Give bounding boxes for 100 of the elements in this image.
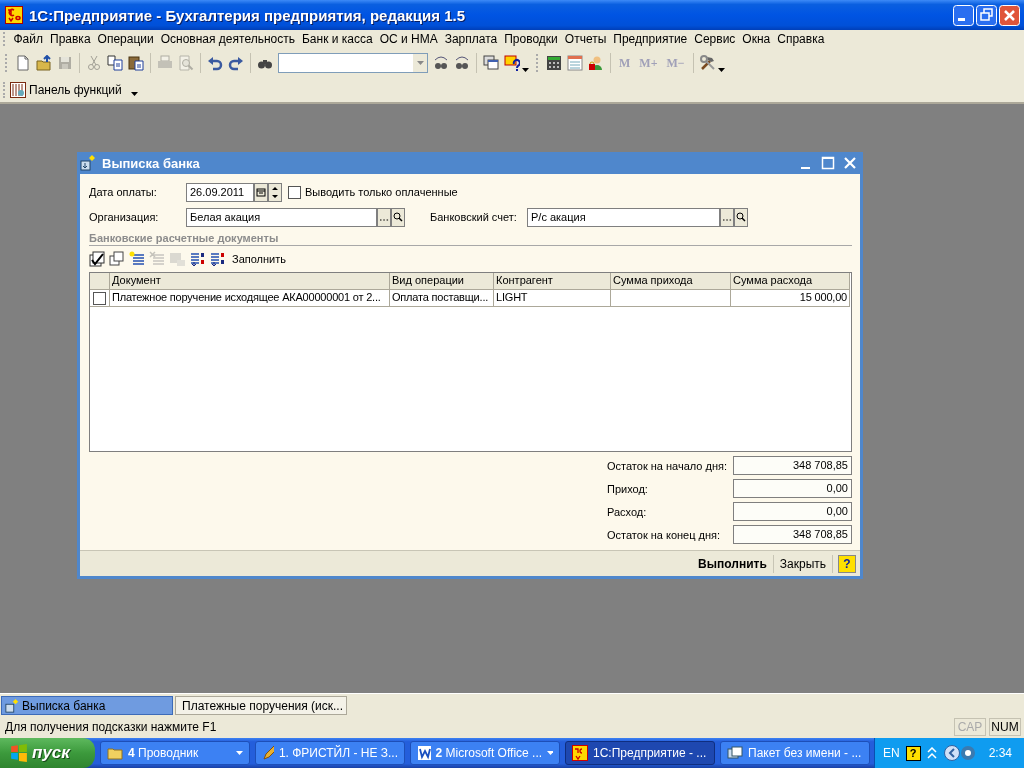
window-tab[interactable]: Выписка банка (1, 696, 173, 715)
minimize-button[interactable] (953, 4, 974, 26)
binoculars-icon[interactable] (433, 55, 449, 71)
menu-item[interactable]: Файл (10, 32, 47, 46)
menu-item[interactable]: Банк и касса (298, 32, 377, 46)
total-field: 0,00 (733, 502, 852, 521)
window-title: Выписка банка (102, 155, 201, 171)
panel-icon (10, 82, 26, 98)
fill-button[interactable]: Заполнить (229, 253, 289, 265)
caret-icon[interactable] (717, 68, 725, 72)
total-label: Остаток на конец дня: (607, 528, 722, 541)
help-tray-icon[interactable]: ? (905, 745, 921, 761)
app-logo-icon (5, 6, 23, 24)
calendar-button[interactable] (254, 182, 268, 202)
menu-item[interactable]: Окна (738, 32, 774, 46)
restore-button[interactable] (976, 4, 997, 26)
binoculars-icon[interactable] (454, 55, 470, 71)
folder-icon[interactable] (36, 55, 52, 71)
table-cell: Платежное поручение исходящее АКА00000001 от 2... (110, 290, 390, 307)
add-row-icon[interactable] (129, 251, 145, 267)
pencil-icon (262, 745, 274, 761)
taskbar-button[interactable]: 1С:Предприятие - ... (565, 741, 715, 765)
search-combo-box[interactable] (278, 53, 428, 73)
menu-item[interactable]: Основная деятельность (157, 32, 299, 46)
close-button[interactable] (843, 156, 857, 170)
menu-item[interactable]: Правка (46, 32, 95, 46)
menu-item[interactable]: Проводки (500, 32, 562, 46)
total-label: Расход: (607, 505, 648, 518)
caret-icon (236, 751, 243, 755)
status-hint: Для получения подсказки нажмите F1 (5, 720, 218, 734)
sort-ascending-icon[interactable] (189, 251, 205, 267)
document-icon[interactable] (15, 55, 31, 71)
menu-item[interactable]: Предприятие (609, 32, 691, 46)
undo-icon[interactable] (207, 55, 223, 71)
calculator-icon[interactable] (546, 55, 562, 71)
spin-button[interactable] (268, 182, 282, 202)
key-indicator: NUM (989, 718, 1021, 736)
taskbar-button[interactable]: 4 Проводник (100, 741, 250, 765)
caret-icon[interactable] (522, 68, 529, 72)
menu-item[interactable]: ОС и НМА (376, 32, 442, 46)
copy-icon[interactable] (107, 55, 123, 71)
taskbar-button[interactable]: 1. ФРИСТЙЛ - НЕ З... (255, 741, 405, 765)
search-button[interactable] (734, 207, 748, 227)
sort-descending-icon[interactable] (209, 251, 225, 267)
field-label: Банковский счет: (430, 211, 518, 223)
search-button[interactable] (391, 207, 405, 227)
table-cell: Оплата поставщи... (390, 290, 494, 307)
taskbar-button[interactable]: 2 Microsoft Office ... (410, 741, 560, 765)
function-panel-button[interactable]: Панель функций (10, 82, 138, 98)
taskbar-button[interactable]: Пакет без имени - ... (720, 741, 870, 765)
column-header[interactable]: Документ (110, 273, 390, 290)
menu-item[interactable]: Справка (773, 32, 828, 46)
maximize-button[interactable] (821, 156, 835, 170)
windows-icon[interactable] (483, 55, 499, 71)
column-header[interactable]: Сумма расхода (731, 273, 850, 290)
field-label: Организация: (89, 211, 160, 223)
checkmark-icon[interactable] (89, 251, 105, 267)
copy-icon[interactable] (109, 251, 125, 267)
field-label: Дата оплаты: (89, 186, 158, 198)
column-header[interactable]: Контрагент (494, 273, 611, 290)
menu-item[interactable]: Отчеты (561, 32, 610, 46)
window-tab[interactable]: Платежные поручения (иск... (175, 696, 347, 715)
redo-icon[interactable] (228, 55, 244, 71)
tools-icon[interactable] (699, 55, 716, 71)
row-checkbox[interactable] (93, 291, 106, 305)
choose-button[interactable] (377, 207, 391, 227)
help-button[interactable]: ? (838, 554, 856, 573)
clock: 2:34 (988, 746, 1013, 760)
checkbox-label[interactable]: Выводить только оплаченные (305, 186, 458, 198)
column-header[interactable]: Сумма прихода (611, 273, 731, 290)
column-header[interactable]: Вид операции (390, 273, 494, 290)
menu-item[interactable]: Зарплата (441, 32, 501, 46)
checkbox[interactable] (288, 185, 301, 199)
menu-item[interactable]: Сервис (690, 32, 739, 46)
user-lock-icon[interactable] (588, 55, 604, 71)
windows-logo-icon (10, 744, 28, 762)
total-field: 348 708,85 (733, 525, 852, 544)
date-field[interactable]: 26.09.2011 (186, 182, 254, 202)
bank-account-field[interactable]: Р/с акация (527, 207, 720, 227)
show-hidden-icons-icon[interactable] (926, 747, 937, 759)
table-cell: 15 000,00 (731, 290, 850, 307)
document-icon (417, 745, 431, 761)
dropdown-arrow-icon (416, 61, 424, 65)
menu-item[interactable]: Операции (94, 32, 158, 46)
start-button[interactable]: пуск (0, 738, 95, 768)
organization-field[interactable]: Белая акация (186, 207, 377, 227)
clipboard-icon[interactable] (128, 55, 144, 71)
help-icon[interactable] (504, 55, 520, 71)
calendar-icon[interactable] (567, 55, 583, 71)
total-field: 0,00 (733, 479, 852, 498)
package-icon (727, 745, 743, 761)
choose-button[interactable] (720, 207, 734, 227)
key-indicator: CAP (954, 718, 986, 736)
close-button[interactable] (999, 4, 1020, 26)
close-button[interactable]: Закрыть (773, 554, 833, 573)
execute-button[interactable]: Выполнить (692, 554, 774, 573)
document-icon (80, 155, 96, 171)
folder-icon (107, 745, 123, 761)
tray-icons[interactable] (942, 744, 977, 762)
window-title: 1С:Предприятие - Бухгалтерия предприятия, редакция 1.5 (29, 6, 466, 24)
